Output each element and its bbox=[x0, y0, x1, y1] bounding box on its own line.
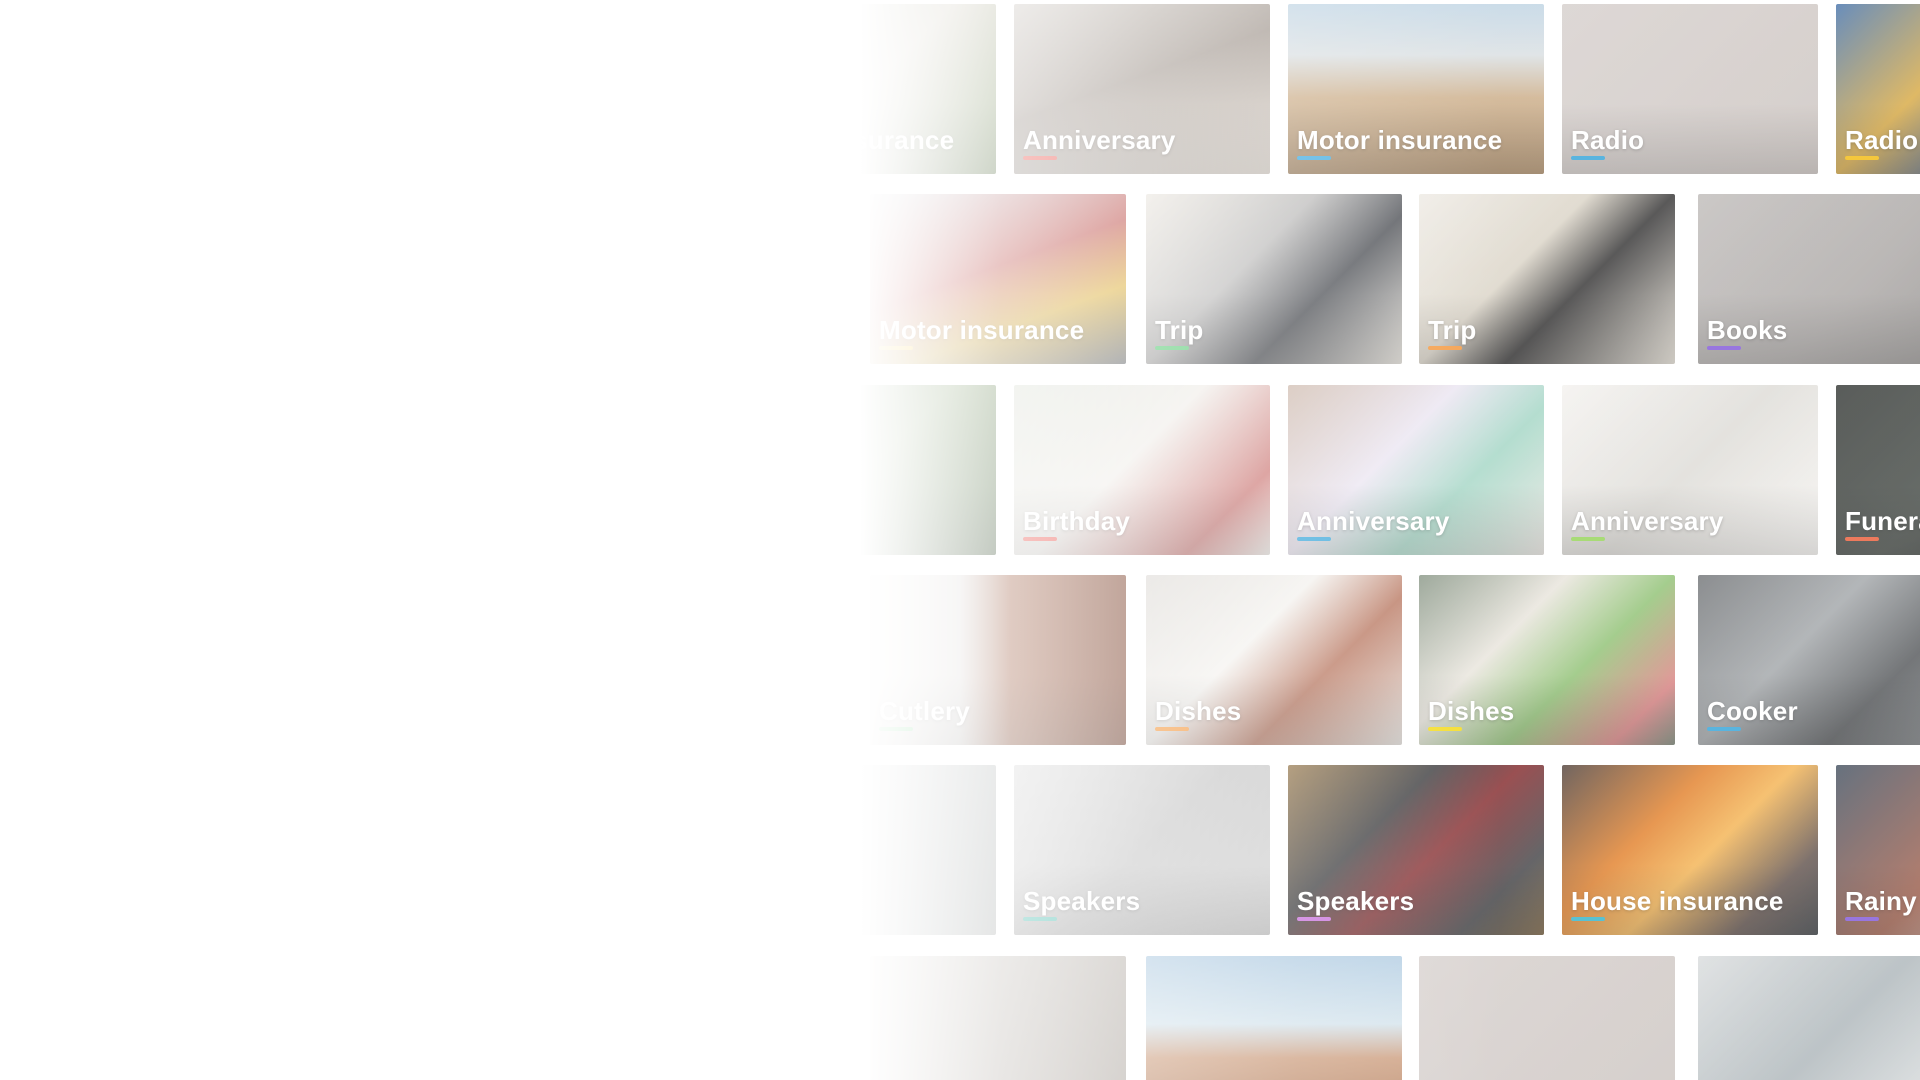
tile-label: Funeral bbox=[1845, 506, 1920, 536]
tile-funeral[interactable]: Funeral bbox=[1836, 385, 1920, 555]
tile-label: Trip bbox=[1155, 315, 1204, 345]
tile-rainy[interactable]: Rainy bbox=[1836, 765, 1920, 935]
tile-accent-bar bbox=[1297, 156, 1331, 160]
tile-accent-bar bbox=[1297, 917, 1331, 921]
tile-shelf[interactable] bbox=[870, 956, 1126, 1080]
image-mosaic: Motor insurance Anniversary Motor insura… bbox=[0, 0, 1920, 1080]
tile-motor-insurance[interactable]: Motor insurance bbox=[740, 4, 996, 174]
tile-radio[interactable]: Radio bbox=[1836, 4, 1920, 174]
tile-cutlery[interactable]: Cutlery bbox=[870, 575, 1126, 745]
tile-label: Cutlery bbox=[879, 696, 970, 726]
tile-anniversary[interactable]: Anniversary bbox=[1288, 385, 1544, 555]
tile-label: Cooker bbox=[1707, 696, 1798, 726]
tile-mountains[interactable] bbox=[1146, 956, 1402, 1080]
tile-label: Motor insurance bbox=[1297, 125, 1503, 155]
tile-accent-bar bbox=[1155, 727, 1189, 731]
tile-label: Birthday bbox=[1023, 506, 1131, 536]
tile-motor-insurance[interactable]: Motor insurance bbox=[1288, 4, 1544, 174]
tile-label: Anniversary bbox=[1023, 125, 1176, 155]
tile-accent-bar bbox=[879, 346, 913, 350]
tile-accent-bar bbox=[1023, 537, 1057, 541]
tile-accent-bar bbox=[1845, 917, 1879, 921]
tile-label: Anniversary bbox=[1571, 506, 1724, 536]
tile-label: Books bbox=[1707, 315, 1788, 345]
tile-trip[interactable]: Trip bbox=[1419, 194, 1675, 364]
tile-label: Speakers bbox=[1023, 886, 1141, 916]
tile-photo bbox=[870, 956, 1126, 1080]
tile-room[interactable] bbox=[740, 765, 996, 935]
tile-books[interactable]: Books bbox=[1698, 194, 1920, 364]
tile-accent-bar bbox=[749, 156, 783, 160]
tile-motor-insurance[interactable]: Motor insurance bbox=[870, 194, 1126, 364]
tile-accent-bar bbox=[1571, 537, 1605, 541]
tile-garden[interactable]: Garden bbox=[740, 385, 996, 555]
tile-accent-bar bbox=[1297, 537, 1331, 541]
tile-accent-bar bbox=[1155, 346, 1189, 350]
tile-label: Speakers bbox=[1297, 886, 1415, 916]
tile-label: Garden bbox=[749, 506, 842, 536]
tile-label: Radio bbox=[1845, 125, 1919, 155]
tile-label: Dishes bbox=[1428, 696, 1515, 726]
tile-accent-bar bbox=[1707, 727, 1741, 731]
tile-anniversary[interactable]: Anniversary bbox=[1562, 385, 1818, 555]
tile-photo bbox=[1419, 956, 1675, 1080]
tile-label: Motor insurance bbox=[879, 315, 1085, 345]
tile-label: Dishes bbox=[1155, 696, 1242, 726]
tile-building[interactable] bbox=[1698, 956, 1920, 1080]
tile-dishes[interactable]: Dishes bbox=[1146, 575, 1402, 745]
tile-accent-bar bbox=[1707, 346, 1741, 350]
tile-trip[interactable]: Trip bbox=[1146, 194, 1402, 364]
tile-label: Trip bbox=[1428, 315, 1477, 345]
tile-label: Radio bbox=[1571, 125, 1645, 155]
tile-photo bbox=[740, 765, 996, 935]
tile-accent-bar bbox=[1845, 537, 1879, 541]
tile-label: House insurance bbox=[1571, 886, 1784, 916]
tile-accent-bar bbox=[1023, 156, 1057, 160]
tile-accent-bar bbox=[1571, 917, 1605, 921]
tile-label: Motor insurance bbox=[749, 125, 955, 155]
tile-label: Anniversary bbox=[1297, 506, 1450, 536]
tile-speakers[interactable]: Speakers bbox=[1014, 765, 1270, 935]
tile-accent-bar bbox=[1023, 917, 1057, 921]
tile-speakers[interactable]: Speakers bbox=[1288, 765, 1544, 935]
tile-house-insurance[interactable]: House insurance bbox=[1562, 765, 1818, 935]
tile-accent-bar bbox=[1845, 156, 1879, 160]
tile-accent-bar bbox=[1571, 156, 1605, 160]
tile-dishes[interactable]: Dishes bbox=[1419, 575, 1675, 745]
tile-accent-bar bbox=[1428, 727, 1462, 731]
tile-anniversary[interactable]: Anniversary bbox=[1014, 4, 1270, 174]
tile-cassette[interactable] bbox=[1419, 956, 1675, 1080]
tile-accent-bar bbox=[879, 727, 913, 731]
tile-cooker[interactable]: Cooker bbox=[1698, 575, 1920, 745]
tile-label: Rainy bbox=[1845, 886, 1917, 916]
tile-accent-bar bbox=[1428, 346, 1462, 350]
tile-accent-bar bbox=[749, 537, 783, 541]
tile-radio[interactable]: Radio bbox=[1562, 4, 1818, 174]
tile-photo bbox=[1698, 956, 1920, 1080]
tile-birthday[interactable]: Birthday bbox=[1014, 385, 1270, 555]
tile-photo bbox=[1146, 956, 1402, 1080]
